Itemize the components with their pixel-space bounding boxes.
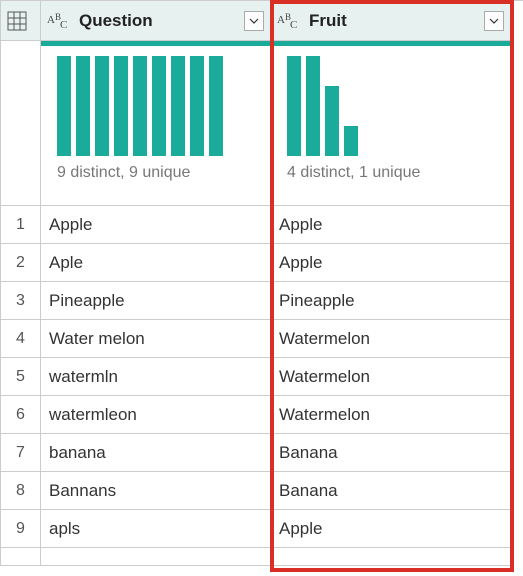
- cell-question[interactable]: Pineapple: [41, 282, 271, 320]
- column-filter-dropdown[interactable]: [244, 11, 264, 31]
- distribution-bar: [114, 56, 128, 156]
- svg-text:C: C: [60, 19, 67, 31]
- column-header-fruit[interactable]: A B C Fruit: [271, 1, 511, 41]
- distribution-bar: [325, 86, 339, 156]
- svg-text:A: A: [277, 14, 285, 26]
- cell-question[interactable]: apls: [41, 510, 271, 548]
- cell-fruit[interactable]: Watermelon: [271, 358, 511, 396]
- row-number-text: 9: [16, 520, 25, 538]
- cell-question[interactable]: banana: [41, 434, 271, 472]
- empty-cell: [271, 548, 511, 566]
- row-number-text: 8: [16, 482, 25, 500]
- cell-question[interactable]: watermln: [41, 358, 271, 396]
- cell-value: Apple: [279, 253, 322, 273]
- cell-value: Watermelon: [279, 329, 370, 349]
- distribution-chart: [271, 46, 510, 156]
- cell-question[interactable]: Aple: [41, 244, 271, 282]
- row-gutter: [1, 548, 41, 566]
- cell-value: watermleon: [49, 405, 137, 425]
- table-icon: [7, 11, 27, 31]
- column-name: Question: [79, 11, 153, 31]
- cell-fruit[interactable]: Watermelon: [271, 320, 511, 358]
- column-header-question[interactable]: A B C Question: [41, 1, 271, 41]
- row-number-text: 7: [16, 444, 25, 462]
- distribution-bar: [344, 126, 358, 156]
- cell-fruit[interactable]: Banana: [271, 434, 511, 472]
- distribution-bar: [152, 56, 166, 156]
- cell-value: Aple: [49, 253, 83, 273]
- row-number[interactable]: 9: [1, 510, 41, 548]
- row-number-text: 5: [16, 368, 25, 386]
- cell-fruit[interactable]: Apple: [271, 206, 511, 244]
- row-number-text: 1: [16, 216, 25, 234]
- cell-value: banana: [49, 443, 106, 463]
- row-number-text: 2: [16, 254, 25, 272]
- cell-value: Pineapple: [279, 291, 355, 311]
- row-gutter: [1, 41, 41, 206]
- row-number[interactable]: 8: [1, 472, 41, 510]
- row-number[interactable]: 2: [1, 244, 41, 282]
- empty-cell: [41, 548, 271, 566]
- cell-value: Watermelon: [279, 367, 370, 387]
- row-number[interactable]: 3: [1, 282, 41, 320]
- cell-fruit[interactable]: Apple: [271, 510, 511, 548]
- cell-value: Banana: [279, 481, 338, 501]
- chevron-down-icon: [249, 16, 259, 26]
- row-number[interactable]: 4: [1, 320, 41, 358]
- cell-value: apls: [49, 519, 80, 539]
- distribution-bar: [95, 56, 109, 156]
- cell-question[interactable]: Water melon: [41, 320, 271, 358]
- data-table: A B C Question A B C Fruit: [0, 0, 523, 566]
- row-number-text: 4: [16, 330, 25, 348]
- cell-value: Pineapple: [49, 291, 125, 311]
- column-profile-fruit[interactable]: 4 distinct, 1 unique: [271, 41, 511, 206]
- distribution-bar: [306, 56, 320, 156]
- cell-fruit[interactable]: Watermelon: [271, 396, 511, 434]
- cell-value: Water melon: [49, 329, 145, 349]
- row-number[interactable]: 7: [1, 434, 41, 472]
- distribution-bar: [133, 56, 147, 156]
- column-name: Fruit: [309, 11, 347, 31]
- row-number[interactable]: 6: [1, 396, 41, 434]
- cell-fruit[interactable]: Apple: [271, 244, 511, 282]
- distribution-bar: [209, 56, 223, 156]
- distribution-bar: [171, 56, 185, 156]
- cell-value: Watermelon: [279, 405, 370, 425]
- profile-summary: 4 distinct, 1 unique: [271, 156, 436, 192]
- cell-fruit[interactable]: Pineapple: [271, 282, 511, 320]
- column-filter-dropdown[interactable]: [484, 11, 504, 31]
- svg-text:C: C: [290, 19, 297, 31]
- column-profile-question[interactable]: 9 distinct, 9 unique: [41, 41, 271, 206]
- cell-question[interactable]: watermleon: [41, 396, 271, 434]
- cell-value: Apple: [279, 519, 322, 539]
- svg-text:A: A: [47, 14, 55, 26]
- text-type-icon: A B C: [277, 11, 303, 31]
- cell-value: Apple: [49, 215, 92, 235]
- cell-question[interactable]: Apple: [41, 206, 271, 244]
- cell-fruit[interactable]: Banana: [271, 472, 511, 510]
- distribution-bar: [287, 56, 301, 156]
- chevron-down-icon: [489, 16, 499, 26]
- distribution-bar: [76, 56, 90, 156]
- row-number[interactable]: 5: [1, 358, 41, 396]
- row-number[interactable]: 1: [1, 206, 41, 244]
- cell-value: watermln: [49, 367, 118, 387]
- cell-question[interactable]: Bannans: [41, 472, 271, 510]
- text-type-icon: A B C: [47, 11, 73, 31]
- profile-summary: 9 distinct, 9 unique: [41, 156, 206, 192]
- row-number-text: 3: [16, 292, 25, 310]
- row-number-text: 6: [16, 406, 25, 424]
- distribution-chart: [41, 46, 270, 156]
- table-corner[interactable]: [1, 1, 41, 41]
- cell-value: Bannans: [49, 481, 116, 501]
- cell-value: Banana: [279, 443, 338, 463]
- cell-value: Apple: [279, 215, 322, 235]
- distribution-bar: [57, 56, 71, 156]
- distribution-bar: [190, 56, 204, 156]
